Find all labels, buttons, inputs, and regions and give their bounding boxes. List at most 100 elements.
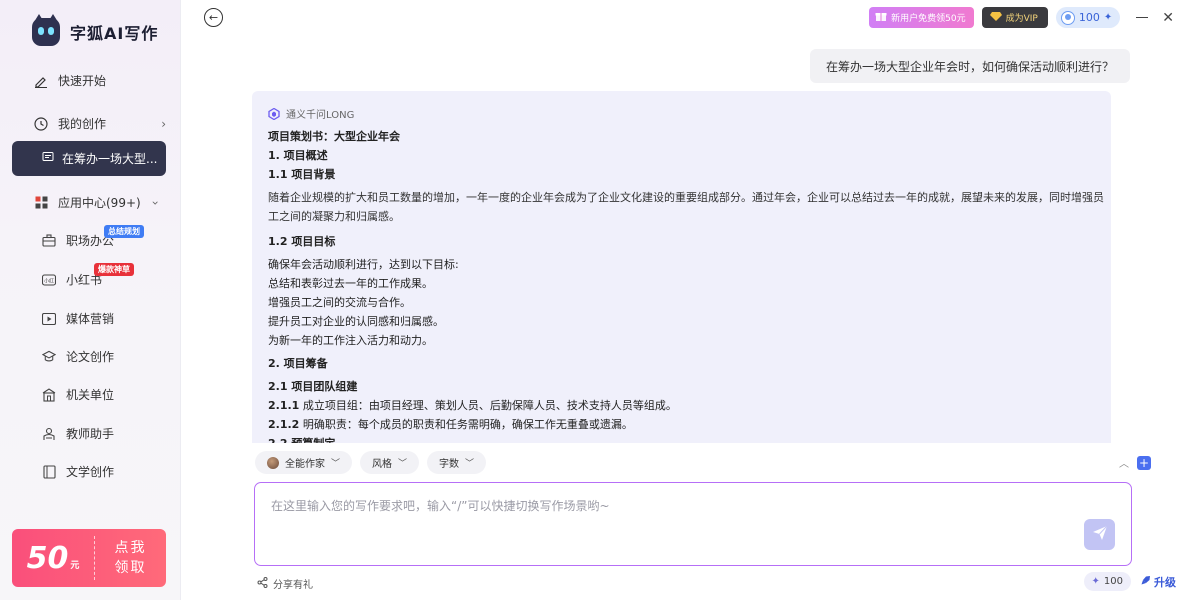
tag-summary-plan: 总结规划 [104, 225, 144, 238]
main-area: ← 新用户免费领50元 成为VIP 100 ✦ ✕ 在筹办一场大型企业年会时，如… [181, 0, 1200, 600]
model-info: 通义千问LONG [268, 106, 1111, 121]
close-button[interactable]: ✕ [1162, 11, 1174, 25]
style-select[interactable]: 风格 ﹀ [360, 451, 420, 474]
briefcase-icon [42, 234, 56, 248]
doc-paragraph: 随着企业规模的扩大和员工数量的增加，一年一度的企业年会成为了企业文化建设的重要组… [268, 191, 1104, 223]
upgrade-button[interactable]: 升级 [1141, 574, 1176, 590]
user-credits[interactable]: 100 ✦ [1055, 7, 1121, 28]
qwen-logo-icon [268, 107, 280, 120]
writer-label: 全能作家 [285, 459, 325, 470]
app-name: 字狐AI写作 [70, 24, 159, 43]
nav-quick-start[interactable]: 快速开始 [34, 72, 106, 89]
app-literature-label: 文学创作 [66, 465, 115, 479]
arrow-left-icon: ← [208, 11, 219, 24]
doc-list-item: 2.1.2 明确职责：每个成员的职责和任务需明确，确保工作无重叠或遗漏。 [268, 418, 633, 431]
chevron-down-icon: › [148, 200, 163, 205]
share-reward-link[interactable]: 分享有礼 [257, 576, 313, 591]
book-icon [42, 464, 56, 479]
gift-icon [875, 10, 887, 25]
send-button[interactable] [1084, 519, 1115, 550]
xiaohongshu-icon: 小红 [42, 273, 56, 287]
svg-text:小红: 小红 [44, 277, 54, 284]
minimize-button[interactable] [1136, 17, 1149, 18]
plus-button[interactable]: + [1137, 455, 1151, 470]
vip-label: 成为VIP [1005, 14, 1038, 24]
diamond-icon [989, 11, 1002, 24]
ai-answer: 通义千问LONG 项目策划书：大型企业年会 1. 项目概述 1.1 项目背景 随… [252, 91, 1111, 443]
prompt-input-box [254, 482, 1132, 566]
share-icon [257, 576, 268, 591]
chevron-down-icon: ﹀ [465, 459, 475, 469]
app-thesis[interactable]: 论文创作 [42, 348, 114, 365]
vip-button[interactable]: 成为VIP [981, 7, 1048, 28]
doc-list-item: 总结和表彰过去一年的工作成果。 [268, 277, 433, 290]
top-bar: 新用户免费领50元 成为VIP 100 ✦ ✕ [869, 7, 1174, 28]
doc-heading: 2.1 项目团队组建 [268, 380, 358, 393]
composer-toolbar: 全能作家 ﹀ 风格 ﹀ 字数 ﹀ [255, 451, 487, 474]
composer-controls: ︿ + [1119, 455, 1151, 470]
nav-quick-start-label: 快速开始 [58, 74, 107, 88]
doc-title: 项目策划书：大型企业年会 [268, 130, 400, 143]
doc-list-item: 2.1.1 成立项目组：由项目经理、策划人员、后勤保障人员、技术支持人员等组成。 [268, 399, 677, 412]
graduation-cap-icon [42, 350, 56, 364]
chevron-right-icon: › [161, 116, 166, 131]
footer-right: ✦ 100 升级 [1083, 572, 1176, 591]
app-literature[interactable]: 文学创作 [42, 463, 114, 480]
doc-list-item: 为新一年的工作注入活力和动力。 [268, 334, 433, 347]
credits-value: 100 [1078, 11, 1100, 24]
doc-heading: 1.2 项目目标 [268, 235, 336, 248]
promo-banner[interactable]: 50 元 点我 领取 [12, 529, 166, 587]
app-thesis-label: 论文创作 [66, 350, 115, 364]
writer-avatar [267, 456, 279, 469]
word-count-label: 字数 [439, 459, 460, 470]
promo-cta: 点我 领取 [114, 540, 147, 576]
app-government[interactable]: 机关单位 [42, 386, 114, 403]
doc-text: 确保年会活动顺利进行，达到以下目标: [268, 258, 459, 271]
chevron-up-icon[interactable]: ︿ [1119, 455, 1129, 470]
clock-icon [34, 116, 48, 131]
app-teacher-label: 教师助手 [66, 427, 115, 441]
user-message: 在筹办一场大型企业年会时，如何确保活动顺利进行？ [809, 49, 1130, 83]
upgrade-label: 升级 [1154, 575, 1176, 589]
word-count-select[interactable]: 字数 ﹀ [427, 451, 487, 474]
new-user-offer-label: 新用户免费领50元 [891, 14, 966, 24]
credit-chip-value: 100 [1103, 576, 1123, 587]
chat-icon [42, 151, 54, 166]
fox-logo-icon [32, 14, 60, 46]
rocket-icon [1141, 575, 1151, 588]
model-name: 通义千问LONG [286, 110, 355, 121]
sidebar: 字狐AI写作 快速开始 我的创作 › 在筹办一场大型... 应用中心(99+) … [0, 0, 181, 600]
logo[interactable]: 字狐AI写作 [32, 14, 159, 46]
app-media-marketing-label: 媒体营销 [66, 312, 115, 326]
app-media-marketing[interactable]: 媒体营销 [42, 310, 114, 327]
app-xiaohongshu[interactable]: 小红 小红书 [42, 271, 102, 288]
app-teacher[interactable]: 教师助手 [42, 425, 114, 442]
doc-list-item: 增强员工之间的交流与合作。 [268, 296, 411, 309]
new-user-offer-button[interactable]: 新用户免费领50元 [869, 7, 974, 28]
style-label: 风格 [372, 459, 393, 470]
tag-hot: 爆款神草 [94, 263, 134, 276]
nav-my-creations-label: 我的创作 [58, 117, 107, 131]
back-button[interactable]: ← [204, 8, 223, 27]
active-document-label: 在筹办一场大型... [62, 152, 158, 166]
nav-my-creations[interactable]: 我的创作 › [34, 115, 166, 132]
teacher-icon [42, 427, 56, 441]
sparkle-icon: ✦ [1103, 12, 1113, 23]
avatar [1060, 10, 1075, 25]
app-government-label: 机关单位 [66, 388, 115, 402]
credit-chip: ✦ 100 [1083, 572, 1131, 591]
user-message-text: 在筹办一场大型企业年会时，如何确保活动顺利进行？ [825, 59, 1114, 74]
pen-icon [34, 74, 48, 88]
grid-icon [34, 196, 48, 210]
nav-app-center[interactable]: 应用中心(99+) › [34, 194, 163, 211]
active-document[interactable]: 在筹办一场大型... [12, 141, 166, 176]
chevron-down-icon: ﹀ [331, 459, 341, 469]
government-icon [42, 387, 56, 402]
writer-select[interactable]: 全能作家 ﹀ [255, 451, 353, 474]
promo-amount: 50 元 [26, 540, 80, 576]
doc-heading: 1.1 项目背景 [268, 168, 336, 181]
play-icon [42, 312, 56, 326]
doc-list-item: 提升员工对企业的认同感和归属感。 [268, 315, 444, 328]
send-icon [1092, 525, 1108, 545]
prompt-input[interactable] [271, 497, 1051, 537]
